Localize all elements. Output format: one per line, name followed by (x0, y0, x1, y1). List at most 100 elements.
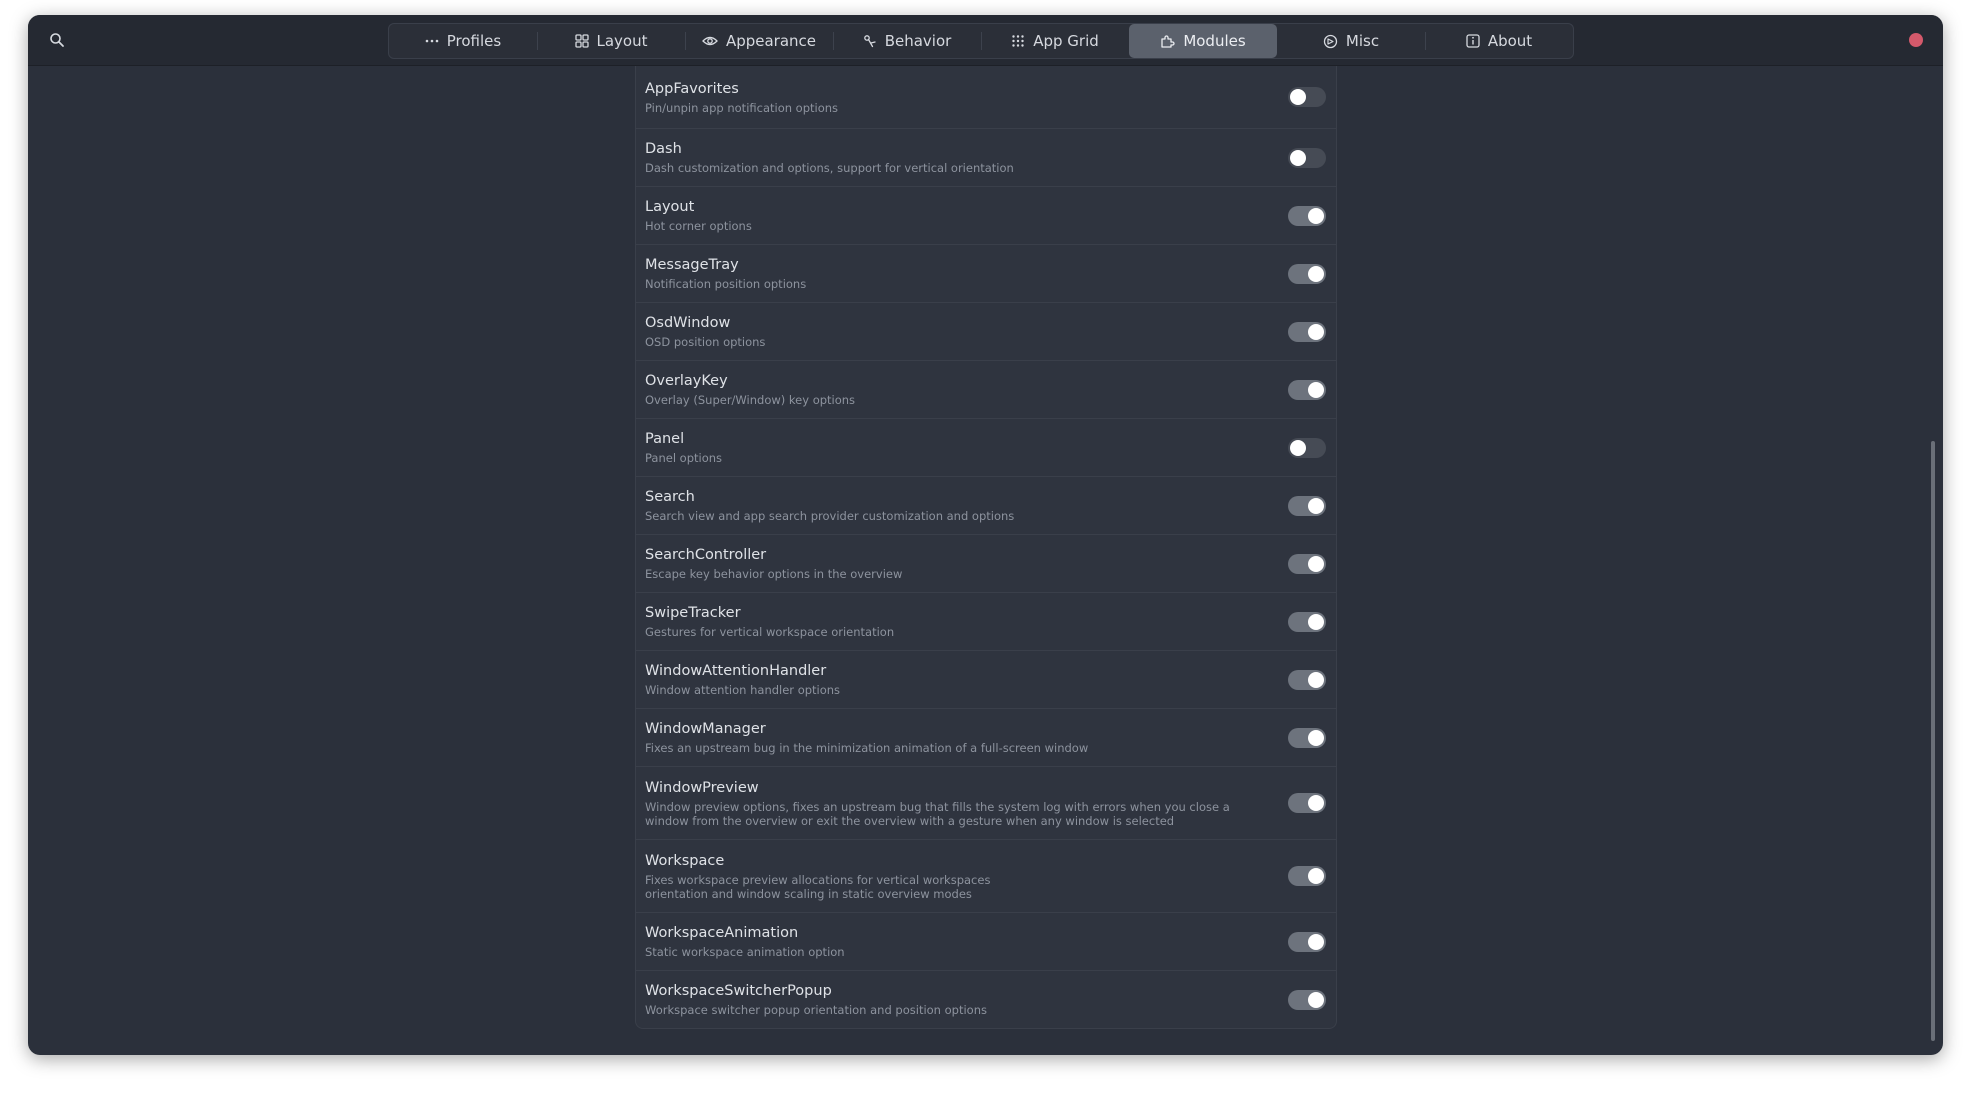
info-icon (1466, 34, 1480, 48)
module-title: WindowAttentionHandler (645, 663, 827, 679)
module-toggle-switch[interactable] (1288, 989, 1326, 1010)
module-text: SearchController Escape key behavior opti… (645, 546, 1288, 581)
scrollbar[interactable] (1931, 441, 1935, 1041)
switch-knob (1308, 795, 1324, 811)
module-subtitle: Overlay (Super/Window) key options (645, 393, 856, 407)
header-bar: Profiles Layout Appearance Behavior App Grid… (28, 15, 1943, 66)
module-title: Workspace (645, 852, 725, 869)
module-text: WindowAttentionHandler Window attention h… (645, 662, 1288, 697)
close-button[interactable] (1909, 33, 1923, 47)
module-text: AppFavorites Pin/unpin app notification o… (645, 80, 1288, 115)
module-row-workspace: Workspace Fixes workspace preview allocat… (636, 839, 1336, 912)
switch-knob (1308, 265, 1324, 282)
misc-icon (1323, 34, 1338, 49)
module-subtitle: Notification position options (645, 277, 807, 291)
search-button[interactable] (44, 27, 70, 53)
switch-knob (1290, 439, 1306, 456)
module-title: SearchController (645, 547, 767, 563)
tab-label: Appearance (725, 32, 817, 50)
module-toggle-switch[interactable] (1288, 727, 1326, 748)
tab-about[interactable]: About (1425, 24, 1573, 58)
module-title: OverlayKey (645, 373, 728, 389)
module-toggle-switch[interactable] (1288, 866, 1326, 886)
modules-list: AppFavorites Pin/unpin app notification o… (635, 66, 1337, 1029)
module-text: Layout Hot corner options (645, 198, 1288, 233)
tab-app-grid[interactable]: App Grid (981, 24, 1129, 58)
module-row-windowpreview: WindowPreview Window preview options, fix… (636, 766, 1336, 839)
module-toggle-switch[interactable] (1288, 793, 1326, 813)
module-title: OsdWindow (645, 315, 731, 331)
module-subtitle: Panel options (645, 451, 723, 465)
module-subtitle: Fixes an upstream bug in the minimizatio… (645, 741, 1089, 755)
module-subtitle: Pin/unpin app notification options (645, 100, 839, 115)
tab-misc[interactable]: Misc (1277, 24, 1425, 58)
module-toggle-switch[interactable] (1288, 379, 1326, 400)
switch-knob (1308, 555, 1324, 572)
module-text: Search Search view and app search provide… (645, 488, 1288, 523)
module-row-panel: Panel Panel options (636, 418, 1336, 476)
tab-label: Misc (1345, 32, 1380, 50)
module-toggle-switch[interactable] (1288, 321, 1326, 342)
module-text: OsdWindow OSD position options (645, 314, 1288, 349)
tab-layout[interactable]: Layout (537, 24, 685, 58)
module-toggle-switch[interactable] (1288, 205, 1326, 226)
eye-icon (702, 34, 718, 48)
module-subtitle: OSD position options (645, 335, 766, 349)
module-row-search: Search Search view and app search provide… (636, 476, 1336, 534)
module-toggle-switch[interactable] (1288, 669, 1326, 690)
module-row-dash: Dash Dash customization and options, supp… (636, 128, 1336, 186)
tab-bar: Profiles Layout Appearance Behavior App Grid… (388, 23, 1574, 59)
module-text: OverlayKey Overlay (Super/Window) key opt… (645, 372, 1288, 407)
dots-icon (425, 34, 439, 48)
tab-appearance[interactable]: Appearance (685, 24, 833, 58)
switch-knob (1308, 868, 1324, 884)
module-title: Search (645, 489, 695, 505)
module-subtitle: Fixes workspace preview allocations for … (645, 872, 991, 901)
switch-knob (1308, 497, 1324, 514)
module-toggle-switch[interactable] (1288, 147, 1326, 168)
module-text: WorkspaceSwitcherPopup Workspace switcher… (645, 982, 1288, 1017)
module-title: WorkspaceSwitcherPopup (645, 983, 832, 999)
switch-knob (1308, 671, 1324, 688)
module-toggle-switch[interactable] (1288, 553, 1326, 574)
search-icon (50, 33, 64, 47)
module-toggle-switch[interactable] (1288, 611, 1326, 632)
tab-label: App Grid (1033, 32, 1099, 50)
module-toggle-switch[interactable] (1288, 437, 1326, 458)
tab-profiles[interactable]: Profiles (389, 24, 537, 58)
module-subtitle: Search view and app search provider cust… (645, 509, 1015, 523)
module-toggle-switch[interactable] (1288, 87, 1326, 107)
module-subtitle: Hot corner options (645, 219, 752, 233)
switch-knob (1308, 207, 1324, 224)
switch-knob (1308, 729, 1324, 746)
module-title: Dash (645, 141, 682, 157)
module-toggle-switch[interactable] (1288, 931, 1326, 952)
module-subtitle: Workspace switcher popup orientation and… (645, 1003, 987, 1017)
tab-label: Profiles (446, 32, 502, 50)
module-text: WindowManager Fixes an upstream bug in th… (645, 720, 1288, 755)
tab-label: Behavior (884, 32, 952, 50)
module-row-workspaceswitcherpopup: WorkspaceSwitcherPopup Workspace switcher… (636, 970, 1336, 1028)
module-title: WorkspaceAnimation (645, 925, 799, 941)
layout-grid-icon (574, 34, 589, 48)
tab-label: Layout (596, 32, 648, 50)
module-title: SwipeTracker (645, 605, 741, 621)
module-row-messagetray: MessageTray Notification position options (636, 244, 1336, 302)
tab-behavior[interactable]: Behavior (833, 24, 981, 58)
module-title: Layout (645, 199, 695, 215)
module-title: Panel (645, 431, 685, 447)
switch-knob (1290, 149, 1306, 166)
module-toggle-switch[interactable] (1288, 263, 1326, 284)
puzzle-icon (1160, 34, 1175, 49)
app-grid-icon (1011, 34, 1025, 48)
module-row-osdwindow: OsdWindow OSD position options (636, 302, 1336, 360)
module-title: WindowManager (645, 721, 766, 737)
module-row-swipetracker: SwipeTracker Gestures for vertical worksp… (636, 592, 1336, 650)
module-row-workspaceanimation: WorkspaceAnimation Static workspace anima… (636, 912, 1336, 970)
module-toggle-switch[interactable] (1288, 495, 1326, 516)
behavior-icon (863, 34, 877, 48)
module-text: WorkspaceAnimation Static workspace anima… (645, 924, 1288, 959)
tab-modules[interactable]: Modules (1129, 24, 1277, 58)
module-text: Workspace Fixes workspace preview allocat… (645, 852, 1288, 901)
module-title: WindowPreview (645, 779, 759, 796)
